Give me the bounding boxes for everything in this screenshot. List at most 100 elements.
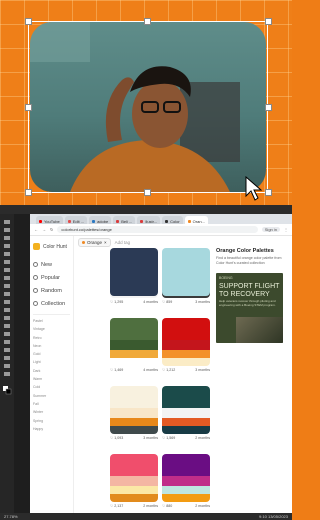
browser-tab[interactable]: YouTube (36, 216, 63, 224)
forward-icon[interactable]: → (42, 227, 46, 232)
palette-card[interactable] (162, 318, 210, 366)
resize-handle[interactable] (265, 104, 272, 111)
palette-card[interactable] (110, 248, 158, 296)
like-button[interactable]: ♡ 2,137 (110, 504, 123, 508)
browser-tab[interactable]: Edit ... (64, 216, 88, 224)
resize-handle[interactable] (265, 189, 272, 196)
resize-handle[interactable] (144, 189, 151, 196)
color-swatch[interactable] (110, 418, 158, 426)
tag-chip-label: Orange (87, 239, 103, 245)
sidebar-item-new[interactable]: New (33, 258, 70, 271)
color-swatch[interactable] (162, 358, 210, 366)
close-icon[interactable]: × (104, 240, 107, 245)
logo[interactable]: Color Hunt (33, 240, 70, 253)
color-swatch[interactable] (162, 494, 210, 502)
like-button[interactable]: ♡ 1,569 (162, 436, 175, 440)
main-content: Orange × Add tag ♡ 1,295 4 months ♡ 859 3 m… (76, 236, 292, 514)
like-button[interactable]: ♡ 1,212 (162, 368, 175, 372)
menu-icon[interactable]: ⋮ (284, 227, 288, 232)
tag-link[interactable]: Winter (33, 410, 70, 418)
color-swatch[interactable] (110, 318, 158, 340)
like-button[interactable]: ♡ 1,469 (110, 368, 123, 372)
color-swatch[interactable] (162, 288, 210, 296)
color-swatch[interactable] (110, 476, 158, 486)
color-swatch[interactable] (162, 386, 210, 408)
browser-tab[interactable]: Color (162, 216, 183, 224)
like-button[interactable]: ♡ 859 (162, 300, 172, 304)
color-swatch[interactable] (110, 426, 158, 434)
palette-card[interactable] (110, 386, 158, 434)
like-button[interactable]: ♡ 1,295 (110, 300, 123, 304)
color-swatch[interactable] (110, 288, 158, 296)
tab-label: Color (170, 218, 180, 224)
ad-brand: BOEING (219, 276, 233, 280)
tab-label: Oran... (192, 218, 205, 224)
tag-link[interactable]: Neon (33, 344, 70, 352)
color-swatch[interactable] (110, 494, 158, 502)
resize-handle[interactable] (25, 18, 32, 25)
search-bar[interactable]: Orange × Add tag (76, 236, 292, 248)
color-swatch[interactable] (162, 280, 210, 288)
palette-card[interactable] (110, 454, 158, 502)
color-swatch[interactable] (162, 318, 210, 340)
browser-tab[interactable]: adobe (89, 216, 112, 224)
color-swatch[interactable] (110, 270, 158, 280)
address-bar[interactable]: colorhunt.co/palettes/orange (57, 226, 258, 233)
back-icon[interactable]: ← (34, 227, 38, 232)
color-swatch[interactable] (162, 476, 210, 486)
tag-chip-orange[interactable]: Orange × (78, 237, 111, 247)
color-swatch[interactable] (162, 350, 210, 358)
tag-link[interactable]: Fall (33, 402, 70, 410)
color-swatch[interactable] (110, 454, 158, 476)
ad-banner[interactable]: BOEING SUPPORT FLIGHT TO RECOVERY Help v… (216, 273, 283, 343)
tag-link[interactable]: Cold (33, 385, 70, 393)
search-input[interactable]: Add tag (115, 240, 131, 245)
reload-icon[interactable]: ↻ (50, 227, 53, 232)
color-swatch[interactable] (110, 350, 158, 358)
tag-link[interactable]: Vintage (33, 327, 70, 335)
browser-tab[interactable]: Beli ... (113, 216, 136, 224)
tag-link[interactable]: Retro (33, 336, 70, 344)
color-swatch[interactable] (162, 486, 210, 494)
sidebar-item-collection[interactable]: Collection (33, 297, 70, 310)
color-swatch[interactable] (110, 248, 158, 270)
tag-link[interactable]: Spring (33, 419, 70, 427)
tool-icons[interactable] (0, 214, 14, 514)
resize-handle[interactable] (25, 189, 32, 196)
color-swatch[interactable] (162, 408, 210, 418)
color-swatch[interactable] (110, 280, 158, 288)
color-swatch[interactable] (110, 358, 158, 366)
color-swatch[interactable] (162, 426, 210, 434)
resize-handle[interactable] (144, 18, 151, 25)
color-swatch[interactable] (110, 386, 158, 408)
sign-in-button[interactable]: Sign in (261, 227, 280, 232)
like-button[interactable]: ♡ 1,093 (110, 436, 123, 440)
sidebar-item-popular[interactable]: Popular (33, 271, 70, 284)
tag-link[interactable]: Light (33, 360, 70, 368)
color-swatch[interactable] (162, 248, 210, 270)
palette-card[interactable] (162, 386, 210, 434)
palette-card[interactable] (162, 248, 210, 296)
resize-handle[interactable] (25, 104, 32, 111)
palette-card[interactable] (110, 318, 158, 366)
tag-link[interactable]: Dark (33, 369, 70, 377)
color-swatch[interactable] (162, 454, 210, 476)
browser-tab[interactable]: Oran... (184, 216, 208, 224)
color-swatch[interactable] (110, 408, 158, 418)
sidebar-item-random[interactable]: Random (33, 284, 70, 297)
selection-box (28, 21, 268, 193)
color-swatch[interactable] (162, 270, 210, 280)
color-swatch[interactable] (162, 340, 210, 350)
resize-handle[interactable] (265, 18, 272, 25)
color-swatch[interactable] (162, 418, 210, 426)
color-swatch[interactable] (110, 340, 158, 350)
tag-link[interactable]: Happy (33, 427, 70, 435)
tag-link[interactable]: Pastel (33, 319, 70, 327)
tag-link[interactable]: Gold (33, 352, 70, 360)
like-button[interactable]: ♡ 880 (162, 504, 172, 508)
color-swatch[interactable] (110, 486, 158, 494)
tag-link[interactable]: Warm (33, 377, 70, 385)
browser-tab[interactable]: Ilustr... (137, 216, 161, 224)
tag-link[interactable]: Summer (33, 394, 70, 402)
palette-card[interactable] (162, 454, 210, 502)
